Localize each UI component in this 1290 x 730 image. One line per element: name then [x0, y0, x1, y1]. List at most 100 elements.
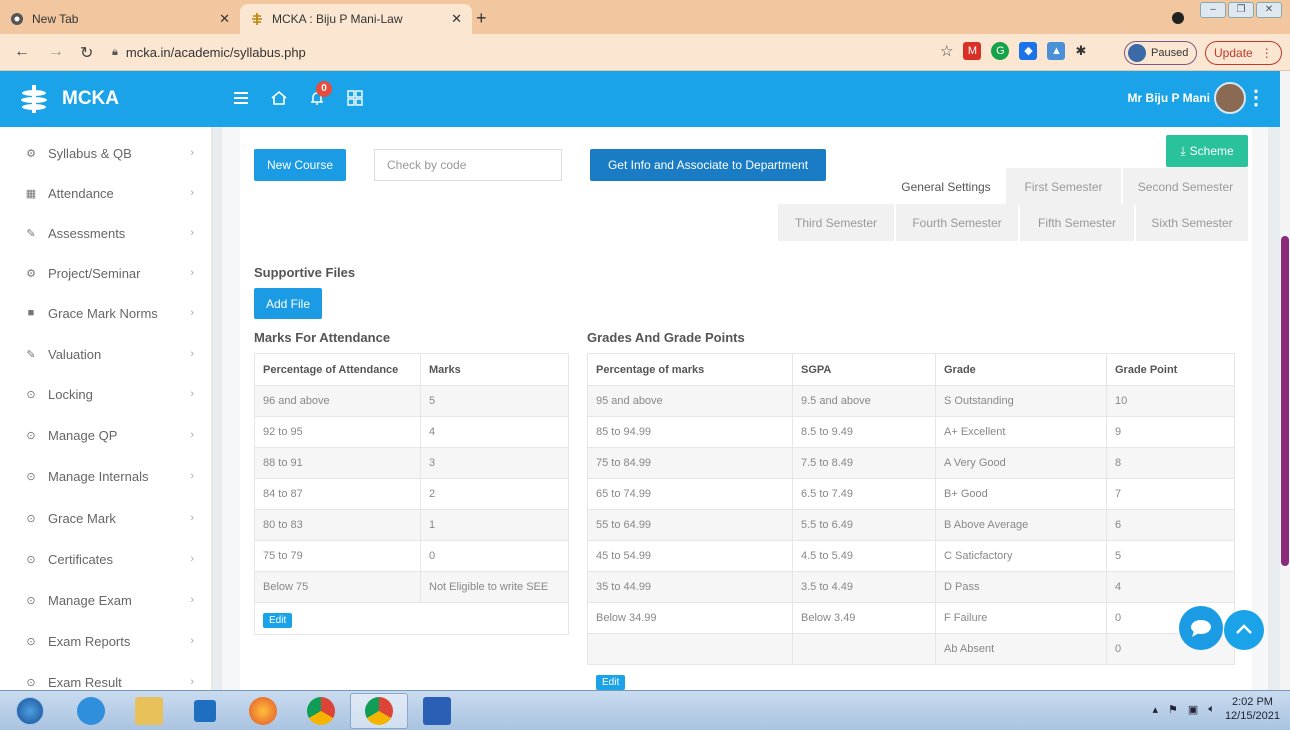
sidebar-item-exam-reports[interactable]: ⊙ Exam Reports ›: [0, 621, 211, 661]
sidebar-item-label: Assessments: [48, 225, 126, 241]
firefox-icon: [249, 697, 277, 725]
table-cell: 92 to 95: [254, 416, 421, 448]
taskbar-chrome-profile[interactable]: [350, 693, 408, 729]
home-icon[interactable]: [270, 89, 288, 107]
edit-attendance-button[interactable]: Edit: [263, 613, 293, 628]
table-row: 88 to 91 3: [254, 447, 569, 479]
url-field[interactable]: 🔒︎ mcka.in/academic/syllabus.php: [112, 40, 962, 65]
browser-tab-new-tab[interactable]: New Tab ✕: [0, 4, 240, 34]
puzzle-icon[interactable]: ✱: [1075, 43, 1086, 59]
sidebar-item-grace-mark[interactable]: ⊙ Grace Mark ›: [0, 498, 211, 538]
edit-grades-button[interactable]: Edit: [596, 675, 626, 690]
sidebar-item-manage-qp[interactable]: ⊙ Manage QP ›: [0, 415, 211, 455]
reload-icon[interactable]: ↻: [80, 43, 93, 63]
cogs-icon: ⚙: [26, 267, 36, 280]
menu-icon[interactable]: [232, 89, 250, 107]
taskbar-chrome[interactable]: [292, 693, 350, 729]
maximize-icon[interactable]: ❐: [1228, 2, 1254, 18]
circle-arrow-icon: ⊙: [26, 553, 36, 566]
scheme-button[interactable]: ⤓ Scheme: [1166, 135, 1248, 167]
table-cell: [254, 602, 569, 635]
network-icon[interactable]: ▣: [1188, 703, 1198, 716]
sidebar-item-syllabus[interactable]: ⚙ Syllabus & QB ›: [0, 133, 211, 173]
tab-general-settings[interactable]: General Settings: [888, 168, 1004, 205]
check-by-code-input[interactable]: Check by code: [374, 149, 562, 181]
table-row: 96 and above 5: [254, 385, 569, 417]
grid-icon[interactable]: [346, 89, 364, 107]
table-cell: 10: [1106, 385, 1235, 417]
user-name[interactable]: Mr Biju P Mani: [1128, 91, 1210, 105]
scroll-top-button[interactable]: [1224, 610, 1264, 650]
table-cell: 8: [1106, 447, 1235, 479]
update-button[interactable]: Update ⋮: [1205, 41, 1282, 65]
tab-sixth-semester[interactable]: Sixth Semester: [1136, 204, 1248, 241]
add-file-button[interactable]: Add File: [254, 288, 322, 319]
sidebar-item-exam-result[interactable]: ⊙ Exam Result ›: [0, 662, 211, 690]
table-cell: Ab Absent: [935, 633, 1107, 665]
action-center-icon[interactable]: ⚑: [1168, 703, 1178, 716]
sidebar-item-attendance[interactable]: ▦ Attendance ›: [0, 173, 211, 213]
sidebar-item-certificates[interactable]: ⊙ Certificates ›: [0, 539, 211, 579]
sidebar-item-manage-internals[interactable]: ⊙ Manage Internals ›: [0, 456, 211, 496]
taskbar-explorer[interactable]: [120, 693, 178, 729]
table-header: Percentage of marks: [587, 353, 793, 386]
tab-third-semester[interactable]: Third Semester: [778, 204, 894, 241]
start-button[interactable]: [2, 693, 58, 729]
header-icons: 0: [232, 81, 364, 107]
chrome-icon: [307, 697, 335, 725]
table-header-row: Percentage of marks SGPA Grade Grade Poi…: [587, 353, 1235, 386]
bell-icon[interactable]: 0: [308, 81, 332, 107]
volume-icon[interactable]: 🔈︎: [1208, 703, 1215, 716]
page-scrollbar[interactable]: [1280, 71, 1290, 690]
extension-icon[interactable]: M: [963, 42, 982, 60]
taskbar-outlook[interactable]: [176, 693, 234, 729]
brand-name: MCKA: [62, 88, 119, 109]
tab-fourth-semester[interactable]: Fourth Semester: [896, 204, 1018, 241]
kebab-menu-icon: ⋮: [1260, 46, 1273, 60]
tab-fifth-semester[interactable]: Fifth Semester: [1020, 204, 1134, 241]
taskbar-ie[interactable]: [62, 693, 120, 729]
extension-icon[interactable]: ▲: [1047, 42, 1066, 60]
sidebar-item-manage-exam[interactable]: ⊙ Manage Exam ›: [0, 580, 211, 620]
close-window-icon[interactable]: ✕: [1256, 2, 1282, 18]
table-cell: 96 and above: [254, 385, 421, 417]
close-tab-icon[interactable]: ✕: [451, 11, 462, 27]
scrollbar-thumb[interactable]: [1281, 236, 1289, 566]
profile-button[interactable]: Paused: [1124, 41, 1198, 65]
minimize-icon[interactable]: –: [1200, 2, 1226, 18]
back-icon[interactable]: ←: [14, 43, 30, 61]
brand[interactable]: MCKA: [18, 83, 119, 115]
sidebar-item-project-seminar[interactable]: ⚙ Project/Seminar ›: [0, 253, 211, 293]
close-tab-icon[interactable]: ✕: [219, 11, 230, 27]
table-row: 55 to 64.99 5.5 to 6.49 B Above Average 6: [587, 509, 1235, 541]
clock[interactable]: 2:02 PM 12/15/2021: [1225, 695, 1280, 723]
extension-icon[interactable]: ◆: [1019, 42, 1038, 60]
tray-expand-icon[interactable]: ▴: [1153, 703, 1159, 716]
avatar[interactable]: [1214, 82, 1246, 114]
browser-tab-mcka[interactable]: MCKA : Biju P Mani-Law ✕: [240, 4, 472, 34]
table-cell: 80 to 83: [254, 509, 421, 541]
sidebar-item-grace-mark-norms[interactable]: ■ Grace Mark Norms ›: [0, 293, 211, 333]
sidebar-item-assessments[interactable]: ✎ Assessments ›: [0, 213, 211, 253]
tab-first-semester[interactable]: First Semester: [1006, 168, 1121, 205]
chat-button[interactable]: [1179, 606, 1223, 650]
attendance-title: Marks For Attendance: [254, 330, 391, 345]
new-tab-icon[interactable]: +: [476, 8, 487, 29]
taskbar-firefox[interactable]: [234, 693, 292, 729]
sidebar-item-locking[interactable]: ⊙ Locking ›: [0, 374, 211, 414]
forward-icon[interactable]: →: [48, 43, 64, 61]
sidebar: ⚙ Syllabus & QB › ▦ Attendance › ✎ Assessment…: [0, 127, 212, 690]
new-course-button[interactable]: New Course: [254, 149, 346, 181]
get-info-button[interactable]: Get Info and Associate to Department: [590, 149, 826, 181]
star-icon[interactable]: ☆: [940, 42, 953, 60]
kebab-menu-icon[interactable]: ⋮: [1246, 85, 1266, 110]
table-cell: 9.5 and above: [792, 385, 936, 417]
sidebar-item-valuation[interactable]: ✎ Valuation ›: [0, 334, 211, 374]
table-row: 75 to 79 0: [254, 540, 569, 572]
table-cell: 3.5 to 4.49: [792, 571, 936, 603]
table-cell: 5: [420, 385, 569, 417]
tab-second-semester[interactable]: Second Semester: [1123, 168, 1248, 205]
syllabus-card: New Course Check by code Get Info and As…: [240, 127, 1252, 690]
grammarly-icon[interactable]: G: [991, 42, 1010, 60]
taskbar-word[interactable]: [408, 693, 466, 729]
